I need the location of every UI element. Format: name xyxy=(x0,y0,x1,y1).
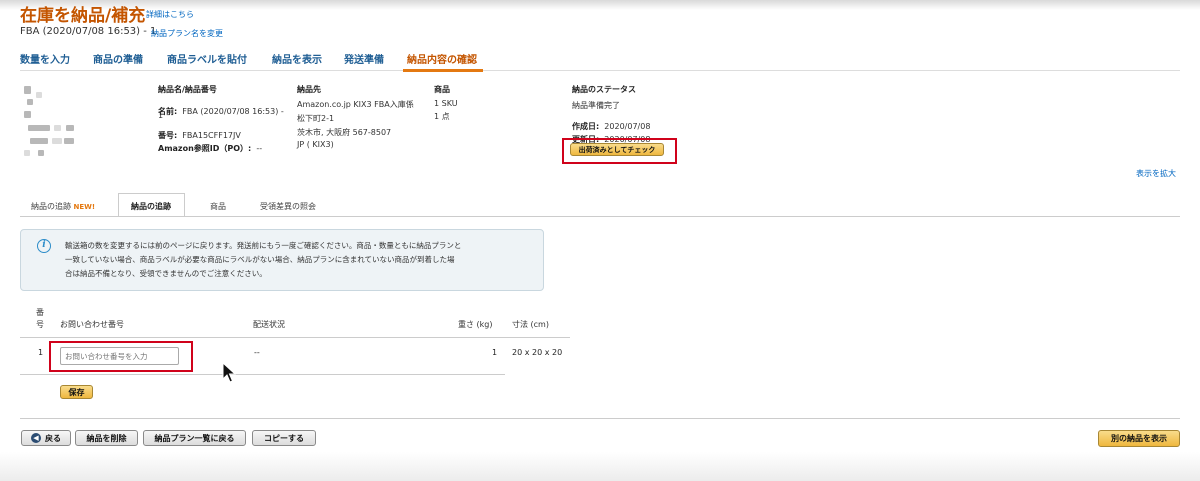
destination-line: Amazon.co.jp KIX3 FBA入庫係 xyxy=(297,100,414,109)
tab-tracking-new[interactable]: 納品の追跡 NEW! xyxy=(31,201,95,212)
status-value: 納品準備完了 xyxy=(572,101,620,110)
destination-line: JP ( KIX3) xyxy=(297,140,334,149)
details-link[interactable]: 詳細はこちら xyxy=(146,9,194,20)
tab-products[interactable]: 商品 xyxy=(210,201,226,212)
col-number-header-2: 号 xyxy=(36,320,44,329)
po-value: -- xyxy=(256,144,263,153)
col-weight-header: 重さ (kg) xyxy=(458,320,493,329)
info-icon: i xyxy=(37,239,51,253)
row-weight: 1 xyxy=(492,348,498,357)
back-arrow-icon: ◀ xyxy=(31,433,41,443)
tab-tracking[interactable]: 納品の追跡 xyxy=(131,201,171,212)
col-status-header: 配送状況 xyxy=(253,320,285,329)
row-status: -- xyxy=(254,348,260,357)
shipment-plan-name: FBA (2020/07/08 16:53) - 1 xyxy=(20,26,157,37)
name-value-cont: 1 xyxy=(158,111,164,120)
delete-shipment-button[interactable]: 納品を削除 xyxy=(75,430,138,446)
tab-divider xyxy=(20,216,1180,217)
highlight-box-tracking-input xyxy=(49,341,193,372)
step-review-contents[interactable]: 納品内容の確認 xyxy=(407,51,477,66)
destination-heading: 納品先 xyxy=(297,85,321,94)
back-to-plans-button[interactable]: 納品プラン一覧に戻る xyxy=(143,430,246,446)
active-step-indicator xyxy=(403,69,483,72)
info-text-line: 合は納品不備となり、受領できませんのでご注意ください。 xyxy=(65,269,267,278)
show-other-shipment-button[interactable]: 別の納品を表示 xyxy=(1098,430,1180,447)
unit-count: 1 点 xyxy=(434,112,450,121)
tab-reconcile[interactable]: 受領差異の照会 xyxy=(260,201,316,212)
info-text-line: 一致していない場合、商品ラベルが必要な商品にラベルがない場合、納品プランに含まれ… xyxy=(65,255,455,264)
destination-line: 松下町2-1 xyxy=(297,114,335,123)
step-enter-quantity[interactable]: 数量を入力 xyxy=(20,51,70,66)
po-label: Amazon参照ID（PO）: xyxy=(158,144,252,153)
bottom-shade xyxy=(0,452,1200,481)
highlight-box-mark-shipped xyxy=(562,138,677,164)
back-button[interactable]: ◀ 戻る xyxy=(21,430,71,446)
col-dims-header: 寸法 (cm) xyxy=(512,320,549,329)
table-row-divider xyxy=(20,374,505,375)
col-number-header-1: 番 xyxy=(36,308,44,317)
name-value: FBA (2020/07/08 16:53) - xyxy=(182,107,284,116)
row-number: 1 xyxy=(38,348,44,357)
table-header-divider xyxy=(20,337,570,338)
step-view-shipment[interactable]: 納品を表示 xyxy=(272,51,322,66)
row-dims: 20 x 20 x 20 xyxy=(512,348,563,357)
footer-divider xyxy=(20,418,1180,419)
rename-plan-link[interactable]: 納品プラン名を変更 xyxy=(151,28,223,39)
steps-divider xyxy=(20,70,1180,71)
expand-view-link[interactable]: 表示を拡大 xyxy=(1136,168,1176,179)
new-badge: NEW! xyxy=(73,203,96,211)
tab-tracking-new-label: 納品の追跡 xyxy=(31,202,71,211)
status-heading: 納品のステータス xyxy=(572,85,636,94)
mouse-cursor-icon xyxy=(222,362,236,383)
step-apply-labels[interactable]: 商品ラベルを貼付 xyxy=(167,51,247,66)
save-button[interactable]: 保存 xyxy=(60,385,93,399)
info-text-line: 輸送箱の数を変更するには前のページに戻ります。発送前にもう一度ご確認ください。商… xyxy=(65,241,462,250)
step-prepare-products[interactable]: 商品の準備 xyxy=(93,51,143,66)
copy-button[interactable]: コピーする xyxy=(252,430,316,446)
step-prepare-shipment[interactable]: 発送準備 xyxy=(344,51,384,66)
shipment-name-heading: 納品名/納品番号 xyxy=(158,85,217,94)
sku-count: 1 SKU xyxy=(434,99,458,108)
col-tracking-header: お問い合わせ番号 xyxy=(60,320,124,329)
destination-line: 茨木市, 大阪府 567-8507 xyxy=(297,128,392,137)
product-heading: 商品 xyxy=(434,85,450,94)
po-row: Amazon参照ID（PO）: -- xyxy=(158,136,262,155)
back-label: 戻る xyxy=(45,433,61,443)
page-title: 在庫を納品/補充 xyxy=(20,6,146,26)
shipment-name-row: 名前: FBA (2020/07/08 16:53) - xyxy=(158,99,284,118)
